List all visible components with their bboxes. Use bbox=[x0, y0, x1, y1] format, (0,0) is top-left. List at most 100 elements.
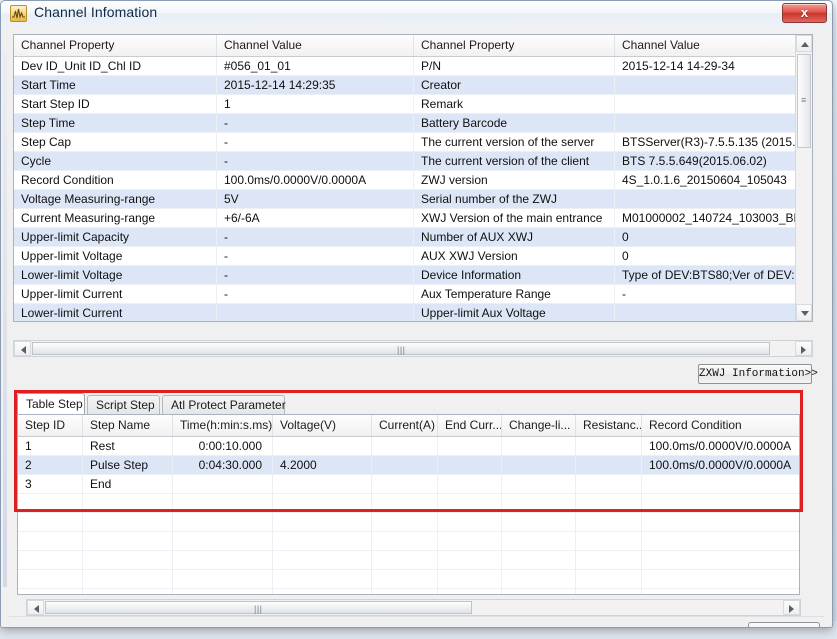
step-table-header: Step ID Step Name Time(h:min:s.ms) Voltage(… bbox=[18, 415, 799, 437]
dialog-body: Channel Property Channel Value Channel Pro… bbox=[1, 27, 832, 627]
table-cell bbox=[273, 513, 372, 531]
table-row[interactable]: Lower-limit Current Upper-limit Aux Volta… bbox=[14, 304, 812, 321]
table-cell bbox=[576, 456, 642, 474]
column-header[interactable]: Change-li... bbox=[502, 415, 576, 436]
column-header[interactable]: End Curr... bbox=[438, 415, 502, 436]
table-row[interactable]: Upper-limit Capacity - Number of AUX XWJ 0 bbox=[14, 228, 812, 247]
horizontal-scroll-thumb[interactable]: ||| bbox=[45, 601, 472, 614]
table-row[interactable] bbox=[18, 513, 799, 532]
table-cell bbox=[273, 532, 372, 550]
column-header[interactable]: Channel Property bbox=[14, 35, 217, 56]
table-row[interactable]: Step Cap - The current version of the serv… bbox=[14, 133, 812, 152]
screenshot-root: Record Start device Collapse Channel Inf… bbox=[0, 0, 837, 639]
table-row[interactable]: Lower-limit Voltage - Device Information Ty… bbox=[14, 266, 812, 285]
table-cell: Battery Barcode bbox=[414, 114, 615, 132]
table-row[interactable] bbox=[18, 551, 799, 570]
scroll-left-button[interactable] bbox=[27, 600, 44, 615]
table-row[interactable] bbox=[18, 494, 799, 513]
table-cell bbox=[642, 589, 799, 594]
table-row[interactable] bbox=[18, 589, 799, 594]
scroll-left-button[interactable] bbox=[14, 341, 31, 356]
scroll-down-button[interactable] bbox=[796, 304, 812, 321]
column-header[interactable]: Step Name bbox=[83, 415, 173, 436]
scroll-right-button[interactable] bbox=[783, 600, 800, 615]
table-cell bbox=[217, 304, 414, 321]
table-cell bbox=[576, 513, 642, 531]
table-cell: 3 bbox=[18, 475, 83, 493]
column-header[interactable]: Time(h:min:s.ms) bbox=[173, 415, 273, 436]
column-header[interactable]: Record Condition bbox=[642, 415, 799, 436]
scroll-right-button[interactable] bbox=[795, 341, 812, 356]
table-row[interactable] bbox=[18, 570, 799, 589]
table-row[interactable]: Start Time 2015-12-14 14:29:35 Creator bbox=[14, 76, 812, 95]
table-cell: Upper-limit Capacity bbox=[14, 228, 217, 246]
table-row[interactable]: Upper-limit Voltage - AUX XWJ Version 0 bbox=[14, 247, 812, 266]
table-cell bbox=[502, 437, 576, 455]
table-row[interactable]: Voltage Measuring-range 5V Serial number o… bbox=[14, 190, 812, 209]
table-cell bbox=[502, 494, 576, 512]
table-cell: The current version of the client bbox=[414, 152, 615, 170]
table-cell: Rest bbox=[83, 437, 173, 455]
table-row[interactable]: 3 End bbox=[18, 475, 799, 494]
titlebar-close-button[interactable]: x bbox=[782, 3, 827, 23]
step-table-horizontal-scrollbar[interactable]: ||| bbox=[26, 599, 801, 616]
table-cell: Lower-limit Current bbox=[14, 304, 217, 321]
table-row[interactable]: Dev ID_Unit ID_Chl ID #056_01_01 P/N 2015-1… bbox=[14, 57, 812, 76]
table-cell bbox=[83, 570, 173, 588]
table-cell: - bbox=[217, 228, 414, 246]
channel-grid-vertical-scrollbar[interactable]: ≡ bbox=[795, 35, 812, 321]
table-row[interactable]: Start Step ID 1 Remark bbox=[14, 95, 812, 114]
table-cell: Current Measuring-range bbox=[14, 209, 217, 227]
table-row[interactable]: 1 Rest 0:00:10.000 100.0ms/0.0000V/0.0000A bbox=[18, 437, 799, 456]
table-cell: Dev ID_Unit ID_Chl ID bbox=[14, 57, 217, 75]
table-cell: 1 bbox=[217, 95, 414, 113]
dialog-footer: NDA VERSION 26 Close bbox=[1, 617, 832, 627]
table-cell bbox=[502, 551, 576, 569]
dialog-titlebar[interactable]: Channel Infomation x bbox=[1, 1, 832, 28]
column-header[interactable]: Channel Value bbox=[217, 35, 414, 56]
horizontal-scroll-thumb[interactable]: ||| bbox=[32, 342, 770, 355]
table-cell bbox=[576, 589, 642, 594]
column-header[interactable]: Resistanc... bbox=[576, 415, 642, 436]
vertical-scroll-thumb[interactable]: ≡ bbox=[797, 54, 811, 148]
table-row[interactable] bbox=[18, 532, 799, 551]
table-cell bbox=[18, 589, 83, 594]
table-row[interactable]: Step Time - Battery Barcode bbox=[14, 114, 812, 133]
table-row[interactable]: Current Measuring-range +6/-6A XWJ Version… bbox=[14, 209, 812, 228]
column-header[interactable]: Channel Property bbox=[414, 35, 615, 56]
tab-table-step[interactable]: Table Step bbox=[17, 393, 85, 414]
channel-grid-horizontal-scrollbar[interactable]: ||| bbox=[13, 340, 813, 357]
table-row[interactable]: Cycle - The current version of the client B… bbox=[14, 152, 812, 171]
table-cell: 2015-12-14 14:29:35 bbox=[217, 76, 414, 94]
table-cell bbox=[502, 589, 576, 594]
table-cell: Upper-limit Current bbox=[14, 285, 217, 303]
step-table-grid: Step ID Step Name Time(h:min:s.ms) Voltage(… bbox=[17, 414, 800, 595]
column-header[interactable]: Current(A) bbox=[372, 415, 438, 436]
close-button[interactable]: Close bbox=[748, 622, 820, 627]
table-cell: AUX XWJ Version bbox=[414, 247, 615, 265]
table-cell: 100.0ms/0.0000V/0.0000A bbox=[649, 439, 792, 453]
table-cell bbox=[438, 437, 502, 455]
scroll-grip-icon: ||| bbox=[397, 345, 406, 355]
table-cell bbox=[438, 494, 502, 512]
scroll-up-button[interactable] bbox=[796, 35, 812, 52]
table-cell bbox=[502, 513, 576, 531]
table-cell bbox=[273, 589, 372, 594]
tab-atl-protect-parameter[interactable]: Atl Protect Parameter bbox=[162, 395, 286, 414]
table-row[interactable]: Upper-limit Current - Aux Temperature Rang… bbox=[14, 285, 812, 304]
table-cell: Lower-limit Voltage bbox=[14, 266, 217, 284]
table-cell: Serial number of the ZWJ bbox=[414, 190, 615, 208]
table-cell bbox=[173, 570, 273, 588]
table-cell bbox=[83, 494, 173, 512]
table-cell: End bbox=[83, 475, 173, 493]
table-cell: Start Time bbox=[14, 76, 217, 94]
table-cell: Cycle bbox=[14, 152, 217, 170]
column-header[interactable]: Channel Value bbox=[615, 35, 797, 56]
column-header[interactable]: Voltage(V) bbox=[273, 415, 372, 436]
column-header[interactable]: Step ID bbox=[18, 415, 83, 436]
table-row[interactable]: Record Condition 100.0ms/0.0000V/0.0000A Z… bbox=[14, 171, 812, 190]
table-cell: - bbox=[217, 152, 414, 170]
table-row[interactable]: 2 Pulse Step 0:04:30.000 4.2000 100.0ms/0.00… bbox=[18, 456, 799, 475]
zxwj-information-button[interactable]: ZXWJ Information>> bbox=[698, 364, 818, 384]
tab-script-step[interactable]: Script Step bbox=[87, 395, 160, 414]
